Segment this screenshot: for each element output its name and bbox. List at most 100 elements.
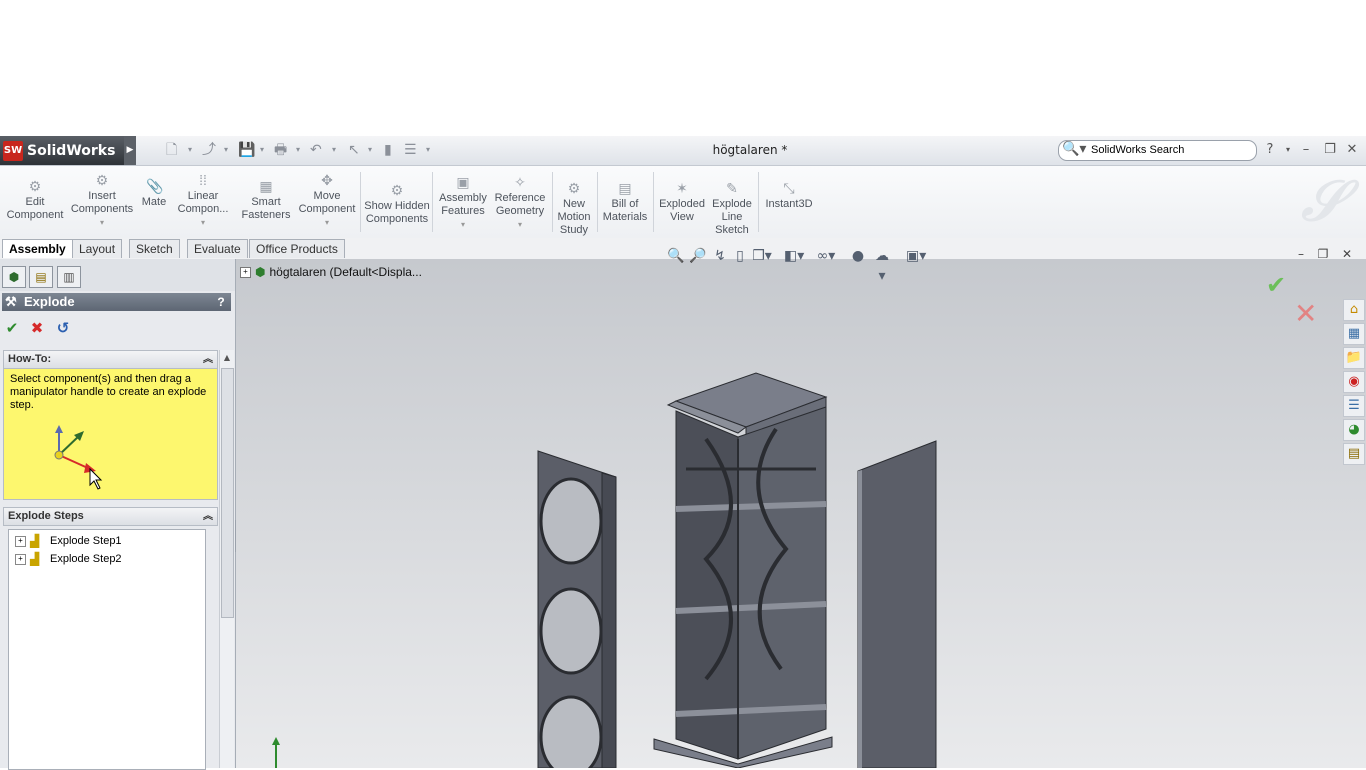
chevron-down-icon[interactable]: ▾ (224, 141, 228, 159)
explode-step-icon: ▟ (30, 534, 40, 549)
collapse-chevron-icon[interactable]: ︽ (203, 351, 213, 368)
howto-text: Select component(s) and then drag a mani… (10, 373, 207, 411)
restore-button[interactable]: ❐ (1320, 140, 1340, 160)
chevron-down-icon[interactable]: ▾ (260, 141, 264, 159)
scroll-up-arrow-icon[interactable]: ▲ (220, 350, 234, 366)
options-icon[interactable]: ☰ (404, 141, 417, 159)
internal-frame-component[interactable] (653, 372, 833, 768)
graphics-area[interactable]: 🔍 🔎 ↯ ▯ ❒▾ ◧▾ ∞▾ ● ☁▾ ▣▾ – ❐ ✕ + ⬢ högtala… (236, 247, 1366, 768)
minimize-button[interactable]: – (1296, 140, 1316, 160)
show-hidden-icon: ⚙ (390, 182, 404, 198)
tab-evaluate[interactable]: Evaluate (187, 239, 248, 258)
select-pointer-icon[interactable]: ↖ (348, 141, 360, 159)
smart-fasteners-icon: ▦ (259, 178, 273, 194)
help-chevron-down-icon[interactable]: ▾ (1278, 140, 1298, 160)
side-panel-component[interactable] (857, 440, 937, 768)
help-button[interactable]: ? (214, 293, 228, 311)
manager-tabs: ⬢ ▤ ▥ (0, 259, 235, 291)
ribbon-separator (552, 172, 553, 232)
tab-office-products[interactable]: Office Products (249, 239, 345, 258)
instant3d-button[interactable]: ⤡ Instant3D (762, 170, 816, 234)
list-item[interactable]: + ▟ Explode Step1 (15, 532, 122, 550)
menu-flyout-arrow-icon[interactable]: ▶ (124, 136, 136, 165)
explode-step-icon: ▟ (30, 552, 40, 567)
reference-geometry-icon: ✧ (514, 174, 526, 190)
chevron-down-icon: ▾ (517, 220, 522, 229)
explode-steps-list[interactable]: + ▟ Explode Step1 + ▟ Explode Step2 (8, 529, 206, 770)
exploded-view-icon: ✶ (676, 180, 688, 196)
list-item[interactable]: + ▟ Explode Step2 (15, 550, 122, 568)
open-icon[interactable]: ⤴ (202, 141, 216, 159)
scroll-thumb[interactable] (221, 368, 234, 618)
check-icon: ✔ (5, 319, 19, 337)
bill-of-materials-icon: ▤ (618, 180, 632, 196)
insert-components-icon: ⚙ (95, 172, 109, 188)
smart-fasteners-button[interactable]: ▦ Smart Fasteners (238, 170, 294, 234)
chevron-down-icon[interactable]: ▾ (296, 141, 300, 159)
mate-button[interactable]: 📎 Mate (136, 170, 172, 234)
edit-component-icon: ⚙ (28, 178, 42, 194)
paperclip-icon: 📎 (146, 178, 164, 194)
ribbon-separator (597, 172, 598, 232)
chevron-down-icon: ▾ (460, 220, 465, 229)
new-document-icon[interactable]: 🗋 (166, 141, 177, 159)
tab-layout[interactable]: Layout (72, 239, 123, 258)
print-icon[interactable]: 🖶 (274, 141, 287, 159)
move-component-button[interactable]: ✥ Move Component ▾ (296, 170, 358, 234)
sw-badge-icon: SW (3, 140, 23, 161)
manipulator-triad-icon (54, 425, 103, 490)
chevron-down-icon: ▾ (324, 218, 329, 227)
edit-component-button[interactable]: ⚙ Edit Component (2, 170, 68, 234)
assembly-features-button[interactable]: ▣ Assembly Features ▾ (436, 170, 490, 234)
search-box[interactable]: 🔍▾ (1058, 140, 1257, 161)
linear-component-pattern-button[interactable]: ⁞⁞ Linear Compon... ▾ (174, 170, 232, 234)
chevron-down-icon: ▾ (200, 218, 205, 227)
document-title: högtalaren * (712, 143, 788, 157)
explode-icon: ⚒ (5, 294, 17, 309)
howto-group-header[interactable]: How-To: ︽ (3, 350, 218, 369)
property-manager-title: ⚒ Explode ? (2, 293, 231, 311)
undo-icon[interactable]: ↶ (310, 141, 322, 159)
collapse-chevron-icon[interactable]: ︽ (203, 508, 213, 525)
configuration-manager-tab-icon[interactable]: ▥ (57, 266, 81, 288)
tab-assembly[interactable]: Assembly (2, 239, 73, 258)
property-manager-scrollbar[interactable]: ▲ (219, 350, 234, 768)
bill-of-materials-button[interactable]: ▤ Bill of Materials (600, 170, 650, 234)
chevron-down-icon[interactable]: ▾ (188, 141, 192, 159)
show-hidden-components-button[interactable]: ⚙ Show Hidden Components (364, 170, 430, 234)
chevron-down-icon[interactable]: ▾ (332, 141, 336, 159)
close-button[interactable]: ✕ (1342, 140, 1362, 160)
insert-components-button[interactable]: ⚙ Insert Components ▾ (70, 170, 134, 234)
app-name: SolidWorks (27, 142, 116, 159)
rebuild-icon[interactable]: ▮ (384, 141, 392, 159)
expand-icon[interactable]: + (15, 535, 26, 547)
chevron-down-icon[interactable]: ▾ (426, 141, 430, 159)
save-icon[interactable]: 💾 (238, 141, 255, 159)
ribbon-separator (360, 172, 361, 232)
exploded-speaker-model[interactable] (236, 259, 1366, 768)
howto-panel: Select component(s) and then drag a mani… (3, 368, 218, 500)
explode-line-sketch-icon: ✎ (726, 180, 738, 196)
ok-button[interactable]: ✔ (3, 319, 21, 337)
explode-line-sketch-button[interactable]: ✎ Explode Line Sketch (710, 170, 754, 236)
property-manager-tab-icon[interactable]: ▤ (29, 266, 53, 288)
explode-steps-group-header[interactable]: Explode Steps ︽ (3, 507, 218, 526)
new-motion-study-button[interactable]: ⚙ New Motion Study (554, 170, 594, 236)
reference-triad-icon (272, 737, 280, 768)
search-icon: 🔍▾ (1062, 141, 1087, 157)
help-button[interactable]: ? (1260, 140, 1280, 160)
feature-manager-tab-icon[interactable]: ⬢ (2, 266, 26, 288)
reference-geometry-button[interactable]: ✧ Reference Geometry ▾ (492, 170, 548, 234)
chevron-down-icon[interactable]: ▾ (368, 141, 372, 159)
search-input[interactable] (1089, 143, 1253, 157)
undo-button[interactable]: ↺ (54, 319, 72, 337)
solidworks-logo[interactable]: SW SolidWorks (0, 136, 124, 165)
exploded-view-button[interactable]: ✶ Exploded View (656, 170, 708, 234)
cancel-button[interactable]: ✖ (28, 319, 46, 337)
front-baffle-component[interactable] (537, 450, 617, 768)
instant3d-icon: ⤡ (783, 180, 795, 196)
expand-icon[interactable]: + (15, 553, 26, 565)
motion-study-icon: ⚙ (567, 180, 581, 196)
tab-sketch[interactable]: Sketch (129, 239, 180, 258)
chevron-down-icon: ▾ (99, 218, 104, 227)
